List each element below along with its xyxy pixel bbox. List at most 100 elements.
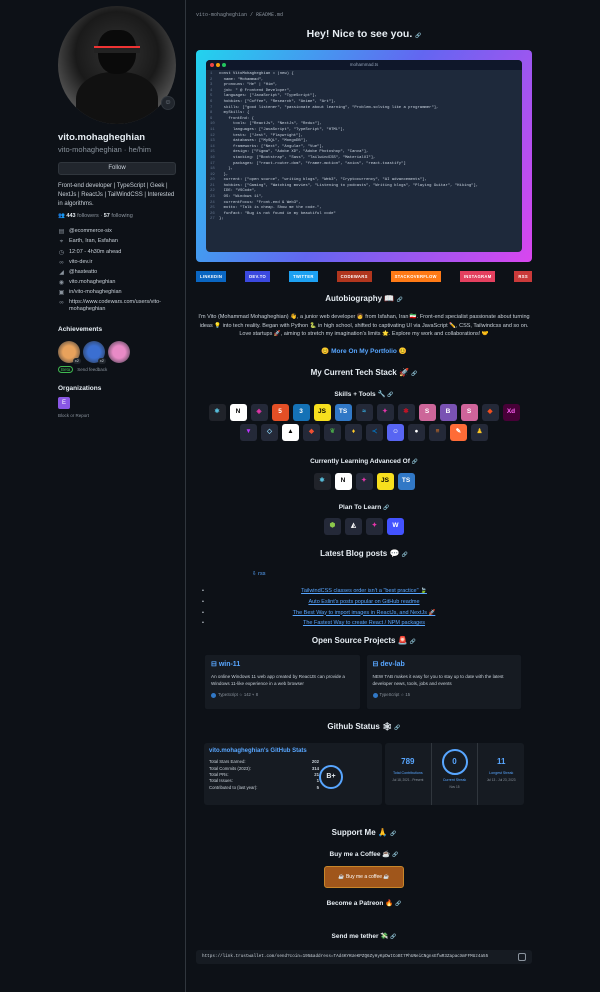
- social-badge-stackoverflow[interactable]: StackOverflow: [390, 271, 441, 282]
- code-text: };: [219, 217, 224, 222]
- adobe-xd-icon[interactable]: Xd: [502, 404, 520, 421]
- open-source-heading: Open Source Projects 🚨 🔗: [196, 636, 532, 647]
- social-badge-instagram[interactable]: Instagram: [459, 271, 496, 282]
- blog-post-link[interactable]: Auto Eslint's posts popular on GitHub re…: [196, 599, 532, 607]
- link-icon[interactable]: 🔗: [395, 901, 401, 907]
- code-text: tests: ["Jest", "Playwright"],: [219, 133, 304, 138]
- mongodb-icon[interactable]: ❦: [324, 424, 341, 441]
- followers-count[interactable]: 443: [66, 213, 75, 219]
- status-emoji-icon[interactable]: ☺: [161, 96, 175, 110]
- minimize-dot-icon: [216, 63, 220, 67]
- link-icon[interactable]: 🔗: [402, 552, 408, 558]
- link-icon[interactable]: 🔗: [394, 725, 400, 731]
- webflow-icon[interactable]: W: [387, 518, 404, 535]
- social-badge-rss[interactable]: RSS: [514, 271, 532, 282]
- tailwind-icon[interactable]: ≈: [355, 404, 373, 421]
- social-badge-twitter[interactable]: Twitter: [288, 271, 318, 282]
- link-icon[interactable]: 🔗: [412, 459, 418, 465]
- code-line: 27};: [210, 217, 518, 223]
- nextjs-icon[interactable]: N: [229, 404, 247, 421]
- javascript-icon[interactable]: JS: [376, 473, 394, 490]
- vite-icon[interactable]: ▼: [240, 424, 257, 441]
- achievements-heading: Achievements: [58, 325, 103, 333]
- portfolio-link[interactable]: 😊 More On My Portfolio 😊: [196, 348, 532, 357]
- buy-me-coffee-button[interactable]: ☕ Buy me a coffee ☕: [324, 866, 404, 888]
- graphql2-icon[interactable]: ✦: [376, 404, 394, 421]
- stackoverflow-icon[interactable]: ≡: [429, 424, 446, 441]
- blog-post-link[interactable]: The Best Way to import images in ReactJs…: [196, 610, 532, 618]
- github-streak-card[interactable]: 789 Total Contributions Jul 18, 2021 - P…: [385, 743, 524, 805]
- link-icon[interactable]: 🔗: [392, 852, 398, 858]
- sass-icon[interactable]: S: [460, 404, 478, 421]
- link-icon[interactable]: 🔗: [387, 392, 393, 398]
- profile-detail-text[interactable]: vito-dev.ir: [69, 259, 92, 266]
- profile-details-list: ▤ @ecommerce-six ⌖ Earth, Iran, Esfahan ◷ 12:…: [58, 228, 177, 314]
- readme-path[interactable]: vito-mohagheghian / README.md: [196, 12, 283, 19]
- code-text: motto: "Talk is cheap. Show me the code.…: [219, 206, 322, 211]
- streak-longest: 11 Longest Streak Jul 13 - Jul 23, 2023: [478, 743, 524, 805]
- social-badge-devto[interactable]: Dev.to: [245, 271, 271, 282]
- link-icon[interactable]: 🔗: [383, 505, 389, 511]
- achievement-badge-starstruck[interactable]: x2: [83, 340, 106, 364]
- profile-detail-text[interactable]: @hasteatto: [69, 269, 97, 276]
- prisma-icon[interactable]: ◭: [345, 518, 362, 535]
- discord-icon[interactable]: ☺: [387, 424, 404, 441]
- following-count[interactable]: 57: [104, 213, 110, 219]
- styled-icon[interactable]: S: [418, 404, 436, 421]
- vercel-icon[interactable]: ▲: [282, 424, 299, 441]
- react-icon[interactable]: ⚛: [208, 404, 226, 421]
- html-icon[interactable]: 5: [271, 404, 289, 421]
- typescript-icon[interactable]: TS: [397, 473, 415, 490]
- link-icon: ∞: [59, 300, 64, 307]
- react-icon[interactable]: ⚛: [313, 473, 331, 490]
- link-icon[interactable]: 🔗: [390, 934, 396, 940]
- git-icon[interactable]: ◆: [303, 424, 320, 441]
- graphql-icon[interactable]: ✦: [355, 473, 373, 490]
- repo-card[interactable]: ⊟ dev-lab NEW TAB makes it easy for you t…: [365, 654, 522, 710]
- webpack-icon[interactable]: ◇: [261, 424, 278, 441]
- figma-icon[interactable]: ◆: [481, 404, 499, 421]
- blog-post-link[interactable]: TailwindCSS classes order isn't a "best …: [196, 588, 532, 596]
- link-icon[interactable]: 🔗: [415, 33, 421, 39]
- profile-detail-text[interactable]: vito.mohagheghian: [69, 279, 115, 286]
- bootstrap-icon[interactable]: B: [439, 404, 457, 421]
- social-badge-codewars[interactable]: CodeWars: [336, 271, 372, 282]
- link-icon[interactable]: 🔗: [397, 297, 403, 303]
- link-icon[interactable]: 🔗: [390, 831, 396, 837]
- firebase-icon[interactable]: ♦: [345, 424, 362, 441]
- blog-post-link[interactable]: The Fastest Way to create React / NPM pa…: [196, 620, 532, 628]
- nextjs-icon[interactable]: N: [334, 473, 352, 490]
- javascript-icon[interactable]: JS: [313, 404, 331, 421]
- github-stats-card[interactable]: vito.mohagheghian's GitHub Stats Total S…: [204, 743, 382, 805]
- social-badge-linkedin[interactable]: LinkedIn: [196, 271, 227, 282]
- repo-name[interactable]: ⊟ dev-lab: [373, 660, 516, 669]
- github-icon[interactable]: ●: [408, 424, 425, 441]
- follow-button[interactable]: Follow: [58, 161, 176, 175]
- following-label[interactable]: following: [111, 213, 132, 219]
- css-icon[interactable]: 3: [292, 404, 310, 421]
- rss-link[interactable]: ⇩ rss: [252, 571, 265, 578]
- profile-detail-text[interactable]: https://www.codewars.com/users/vito-moha…: [69, 299, 177, 314]
- repo-name[interactable]: ⊟ win-11: [211, 660, 354, 669]
- vscode-icon[interactable]: ≺: [366, 424, 383, 441]
- postman-icon[interactable]: ✎: [450, 424, 467, 441]
- avatar[interactable]: [58, 6, 176, 124]
- link-icon[interactable]: 🔗: [410, 639, 416, 645]
- followers-label[interactable]: followers: [77, 213, 99, 219]
- graphql-icon[interactable]: ◈: [250, 404, 268, 421]
- nodejs-icon[interactable]: ⬢: [324, 518, 341, 535]
- typescript-icon[interactable]: TS: [334, 404, 352, 421]
- achievement-badge-yolo[interactable]: [108, 340, 130, 363]
- linux-icon[interactable]: ♟: [471, 424, 488, 441]
- repo-card[interactable]: ⊟ win-11 An online Windows 11 web app cre…: [204, 654, 361, 710]
- send-feedback-link[interactable]: Send feedback: [75, 367, 109, 372]
- tether-link[interactable]: https://link.trustwallet.com/send?coin=1…: [202, 954, 488, 959]
- block-report-link[interactable]: Block or Report: [58, 413, 177, 419]
- copy-icon[interactable]: [518, 953, 526, 961]
- jest-icon[interactable]: ✱: [397, 404, 415, 421]
- organization-avatar[interactable]: E: [58, 397, 70, 410]
- achievement-badge-pull-shark[interactable]: x2: [58, 340, 81, 364]
- profile-detail-text[interactable]: in/vito-mohagheghian: [69, 289, 122, 296]
- link-icon[interactable]: 🔗: [411, 371, 417, 377]
- graphql-icon[interactable]: ✦: [366, 518, 383, 535]
